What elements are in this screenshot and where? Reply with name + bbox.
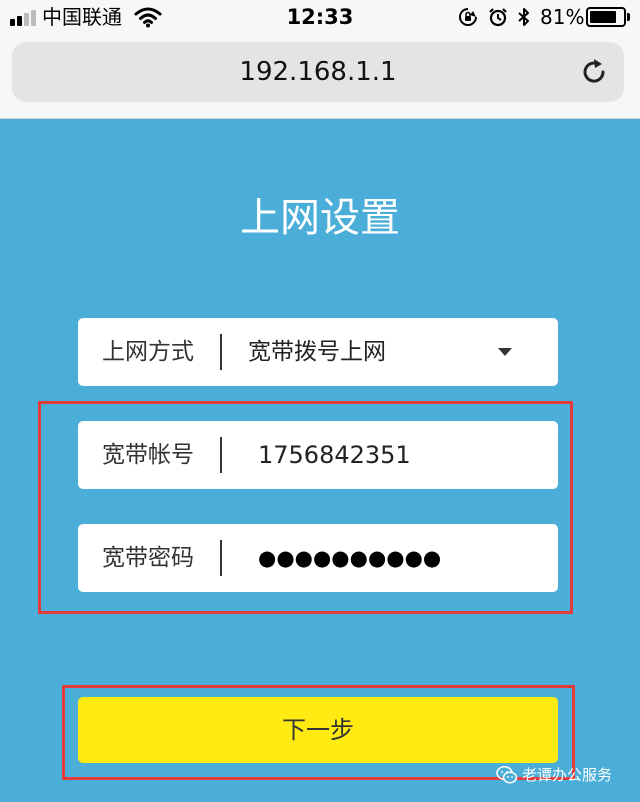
account-field[interactable]: 宽带帐号 1756842351: [78, 421, 558, 489]
status-bar: 中国联通 12:33 81%: [0, 0, 640, 34]
watermark-text: 老谭办公服务: [522, 766, 613, 784]
connection-type-select[interactable]: 上网方式 宽带拨号上网: [78, 318, 558, 386]
battery-icon: [586, 7, 626, 27]
reload-icon[interactable]: [578, 56, 610, 88]
browser-toolbar: 192.168.1.1: [0, 34, 640, 119]
url-text[interactable]: 192.168.1.1: [12, 42, 624, 102]
field-label: 宽带密码: [102, 545, 194, 571]
bluetooth-icon: [518, 8, 529, 26]
wechat-icon: [496, 766, 518, 784]
battery-tip: [627, 13, 630, 21]
connection-type-value[interactable]: 宽带拨号上网: [248, 318, 386, 386]
field-divider: [220, 334, 222, 370]
account-input[interactable]: 1756842351: [258, 421, 411, 489]
password-field[interactable]: 宽带密码 ●●●●●●●●●●: [78, 524, 558, 592]
field-label: 宽带帐号: [102, 442, 194, 468]
battery-percent: 81%: [540, 5, 585, 29]
page-title: 上网设置: [240, 195, 400, 241]
next-button[interactable]: 下一步: [78, 697, 558, 763]
address-bar[interactable]: 192.168.1.1: [12, 42, 624, 102]
watermark: 老谭办公服务: [496, 762, 618, 788]
battery-level: [590, 11, 616, 23]
password-input[interactable]: ●●●●●●●●●●: [258, 524, 441, 592]
field-label: 上网方式: [102, 339, 194, 365]
alarm-icon: [489, 8, 507, 27]
field-divider: [220, 437, 222, 473]
dropdown-caret-icon[interactable]: [498, 348, 512, 356]
field-divider: [220, 540, 222, 576]
orientation-lock-icon: [459, 8, 477, 26]
